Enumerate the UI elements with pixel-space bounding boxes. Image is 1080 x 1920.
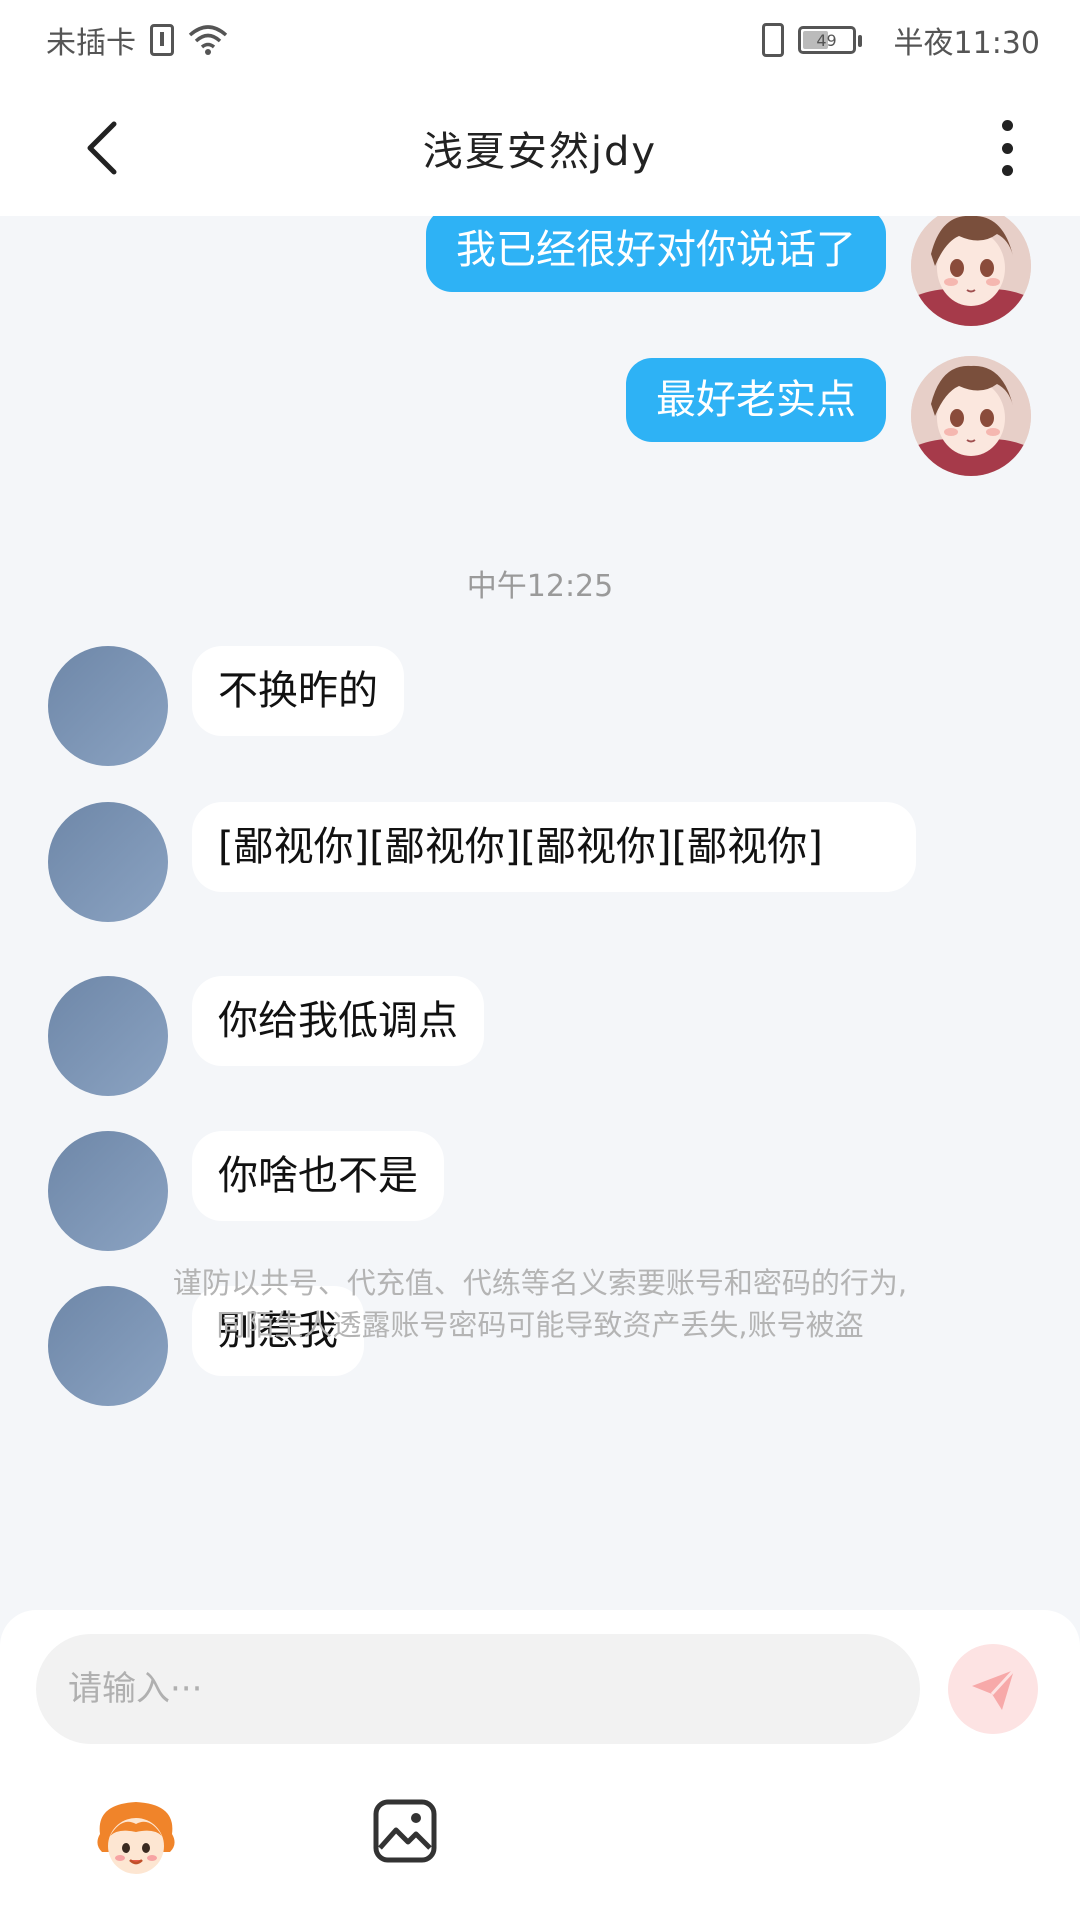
input-panel <box>0 1610 1080 1920</box>
contact-avatar[interactable] <box>48 802 168 922</box>
outgoing-message[interactable]: 最好老实点 <box>626 358 886 442</box>
send-button[interactable] <box>948 1644 1038 1734</box>
wifi-icon <box>188 25 228 55</box>
image-button[interactable] <box>370 1796 440 1866</box>
status-left: 未插卡 <box>46 18 228 62</box>
warning-line-2: 同陌生人透露账号密码可能导致资产丢失,账号被盗 <box>216 1308 864 1343</box>
back-button[interactable] <box>72 116 132 180</box>
contact-avatar[interactable] <box>48 976 168 1096</box>
incoming-message[interactable]: [鄙视你][鄙视你][鄙视你][鄙视你] <box>192 802 916 892</box>
incoming-message[interactable]: 不换昨的 <box>192 646 404 736</box>
back-arrow-icon <box>87 121 117 175</box>
carrier-text: 未插卡 <box>46 26 136 61</box>
message-timestamp: 中午12:25 <box>466 569 614 604</box>
incoming-message[interactable]: 你啥也不是 <box>192 1131 444 1221</box>
emoji-avatar-icon <box>97 1802 175 1874</box>
emoji-button[interactable] <box>92 1794 180 1882</box>
send-icon <box>972 1668 1016 1710</box>
status-bar: 未插卡 49 半夜11:30 <box>0 0 1080 80</box>
clock: 半夜11:30 <box>893 26 1040 61</box>
contact-avatar[interactable] <box>48 646 168 766</box>
vibrate-icon <box>761 23 784 57</box>
warning-line-1: 谨防以共号、代充值、代练等名义索要账号和密码的行为, <box>172 1266 908 1300</box>
more-options-button[interactable] <box>992 116 1022 180</box>
image-icon <box>373 1799 437 1863</box>
chat-header: 浅夏安然jdy <box>0 80 1080 216</box>
sim-icon <box>150 24 174 56</box>
battery-icon: 49 <box>797 26 862 54</box>
chat-title: 浅夏安然jdy <box>422 129 658 175</box>
battery-level: 49 <box>816 30 837 50</box>
anime-avatar-icon <box>911 356 1031 476</box>
status-right: 49 半夜11:30 <box>761 18 1040 62</box>
my-avatar[interactable] <box>911 356 1031 476</box>
message-input[interactable] <box>36 1634 920 1744</box>
my-avatar[interactable] <box>911 216 1031 326</box>
anime-avatar-icon <box>911 216 1031 326</box>
incoming-message[interactable]: 你给我低调点 <box>192 976 484 1066</box>
more-vertical-icon <box>1001 120 1013 131</box>
outgoing-message[interactable]: 我已经很好对你说话了 <box>426 216 886 292</box>
security-warning: 谨防以共号、代充值、代练等名义索要账号和密码的行为, 同陌生人透露账号密码可能导… <box>0 1262 1080 1346</box>
chat-area[interactable]: 我已经很好对你说话了 最好老实点 中午12:25 不换昨的 [鄙视你][鄙视你]… <box>0 216 1080 1610</box>
contact-avatar[interactable] <box>48 1131 168 1251</box>
